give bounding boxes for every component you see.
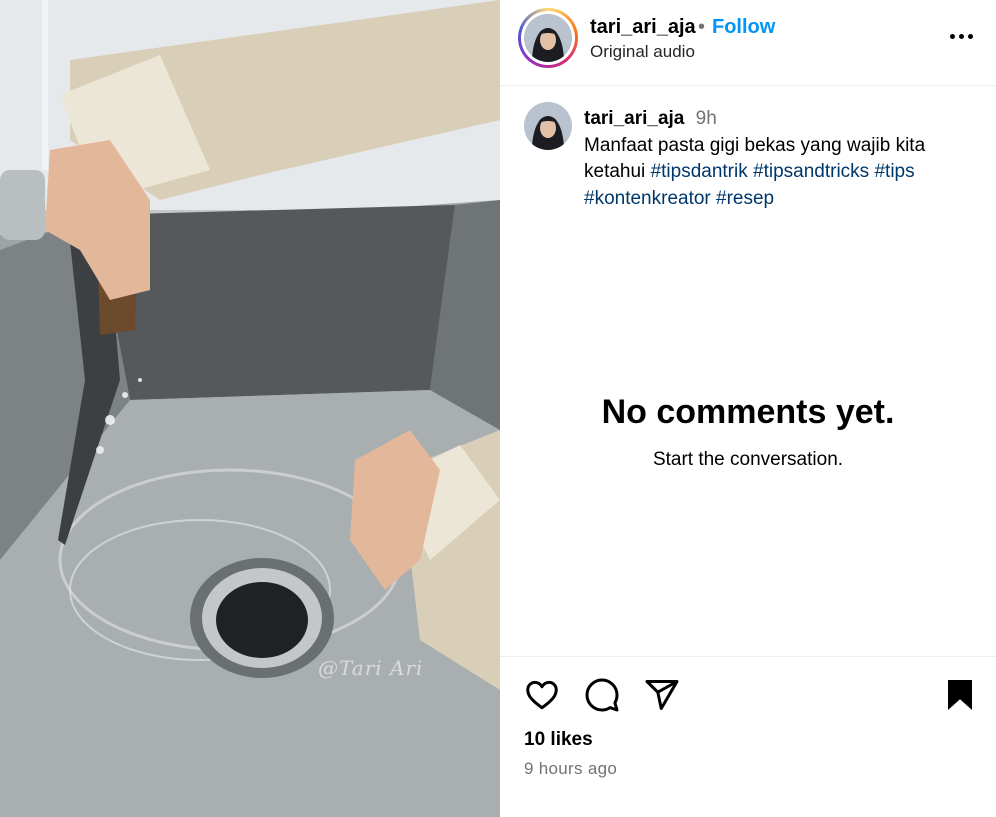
caption-avatar[interactable]: [524, 102, 572, 150]
caption-username[interactable]: tari_ari_aja: [584, 108, 684, 129]
caption-body: tari_ari_aja 9h Manfaat pasta gigi bekas…: [584, 106, 984, 212]
caption-text: Manfaat pasta gigi bekas yang wajib kita…: [584, 133, 984, 213]
comment-icon[interactable]: [584, 677, 620, 718]
hashtag[interactable]: #tips: [874, 161, 914, 182]
more-icon[interactable]: [944, 24, 978, 48]
author-avatar-ring[interactable]: [518, 8, 578, 68]
audio-label[interactable]: Original audio: [590, 42, 695, 62]
hashtag[interactable]: #kontenkreator: [584, 188, 711, 209]
post-sidebar: tari_ari_aja • Follow Original audio tar…: [500, 0, 996, 817]
author-avatar[interactable]: [524, 14, 572, 62]
hashtag[interactable]: #resep: [716, 188, 774, 209]
action-bar: 10 likes 9 hours ago: [500, 656, 996, 817]
heart-icon[interactable]: [524, 677, 560, 718]
no-comments-subtitle: Start the conversation.: [652, 449, 844, 470]
share-icon[interactable]: [644, 677, 680, 718]
no-comments-title: No comments yet.: [601, 393, 895, 431]
author-username[interactable]: tari_ari_aja: [590, 16, 696, 39]
post-header: tari_ari_aja • Follow Original audio: [500, 0, 996, 86]
hashtag[interactable]: #tipsandtricks: [753, 161, 869, 182]
hashtag[interactable]: #tipsdantrik: [651, 161, 748, 182]
sink-photo: [0, 0, 500, 817]
follow-button[interactable]: Follow: [712, 16, 775, 39]
separator-dot: •: [698, 16, 706, 38]
post-timestamp[interactable]: 9 hours ago: [524, 759, 617, 779]
caption-time[interactable]: 9h: [696, 108, 717, 129]
bookmark-icon[interactable]: [942, 677, 978, 718]
post-media[interactable]: @Tari Ari: [0, 0, 500, 817]
watermark: @Tari Ari: [318, 656, 424, 680]
likes-count[interactable]: 10 likes: [524, 729, 593, 751]
